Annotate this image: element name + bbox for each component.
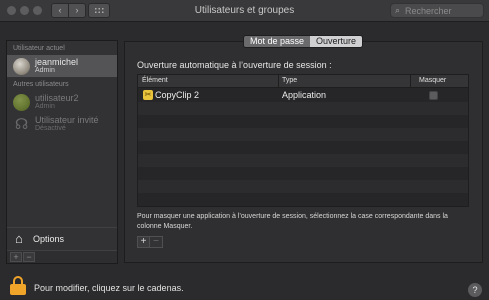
column-header-hide[interactable]: Masquer	[419, 77, 446, 84]
green-ball-avatar	[13, 94, 30, 111]
search-field[interactable]: ⌕ Rechercher	[390, 3, 484, 18]
empty-row	[138, 180, 468, 193]
table-header: Élément Type Masquer	[138, 75, 468, 88]
add-user-button[interactable]: +	[10, 252, 22, 262]
user-avatar-photo	[13, 58, 30, 75]
column-header-type[interactable]: Type	[282, 77, 297, 84]
lock-message: Pour modifier, cliquez sur le cadenas.	[34, 283, 184, 293]
house-icon: ⌂	[15, 231, 23, 246]
remove-login-item-button[interactable]: −	[150, 237, 162, 247]
guest-user-icon: ☊	[14, 116, 29, 133]
user-role: Admin	[35, 67, 55, 74]
title-bar: ‹ › Utilisateurs et groupes ⌕ Rechercher	[0, 0, 489, 22]
empty-row	[138, 102, 468, 115]
empty-row	[138, 128, 468, 141]
column-header-item[interactable]: Élément	[142, 77, 168, 84]
user-row-utilisateur2[interactable]: utilisateur2 Admin	[7, 91, 117, 113]
empty-row	[138, 206, 469, 207]
options-label: Options	[33, 234, 65, 244]
users-sidebar: Utilisateur actuel jeanmichel Admin Autr…	[6, 40, 118, 264]
login-items-heading: Ouverture automatique à l’ouverture de s…	[137, 60, 332, 70]
login-items-table: Élément Type Masquer ✂ CopyClip 2 Applic…	[137, 74, 469, 207]
copyclip-app-icon: ✂	[143, 90, 153, 100]
empty-row	[138, 154, 468, 167]
user-role: Admin	[35, 103, 55, 110]
user-name: utilisateur2	[35, 93, 79, 103]
search-placeholder: Rechercher	[405, 6, 452, 16]
tab-login-items[interactable]: Ouverture	[310, 36, 363, 47]
add-login-item-button[interactable]: +	[138, 237, 150, 247]
lock-icon[interactable]	[10, 276, 26, 296]
user-row-guest[interactable]: ☊ Utilisateur invité Désactivé	[7, 113, 117, 135]
help-button[interactable]: ?	[468, 283, 482, 297]
remove-user-button[interactable]: −	[23, 252, 35, 262]
tab-switcher: Mot de passe Ouverture	[243, 35, 364, 48]
column-divider	[278, 75, 279, 88]
current-user-header: Utilisateur actuel	[13, 45, 65, 52]
hide-hint-text: Pour masquer une application à l’ouvertu…	[137, 213, 448, 230]
tab-password[interactable]: Mot de passe	[244, 36, 311, 47]
hide-checkbox[interactable]	[429, 91, 438, 100]
login-item-buttons: + −	[137, 236, 163, 248]
user-row-jeanmichel[interactable]: jeanmichel Admin	[7, 55, 117, 77]
sidebar-footer: + −	[7, 250, 117, 263]
search-icon: ⌕	[395, 5, 401, 15]
item-name: CopyClip 2	[155, 90, 200, 100]
table-row[interactable]: ✂ CopyClip 2 Application	[138, 89, 468, 102]
user-name: Utilisateur invité	[35, 115, 99, 125]
login-options-button[interactable]: ⌂ Options	[7, 227, 117, 249]
user-name: jeanmichel	[35, 57, 79, 67]
column-divider	[410, 75, 411, 88]
other-users-header: Autres utilisateurs	[13, 81, 69, 88]
lock-body	[10, 284, 26, 295]
user-role: Désactivé	[35, 125, 66, 132]
item-type: Application	[282, 90, 327, 100]
